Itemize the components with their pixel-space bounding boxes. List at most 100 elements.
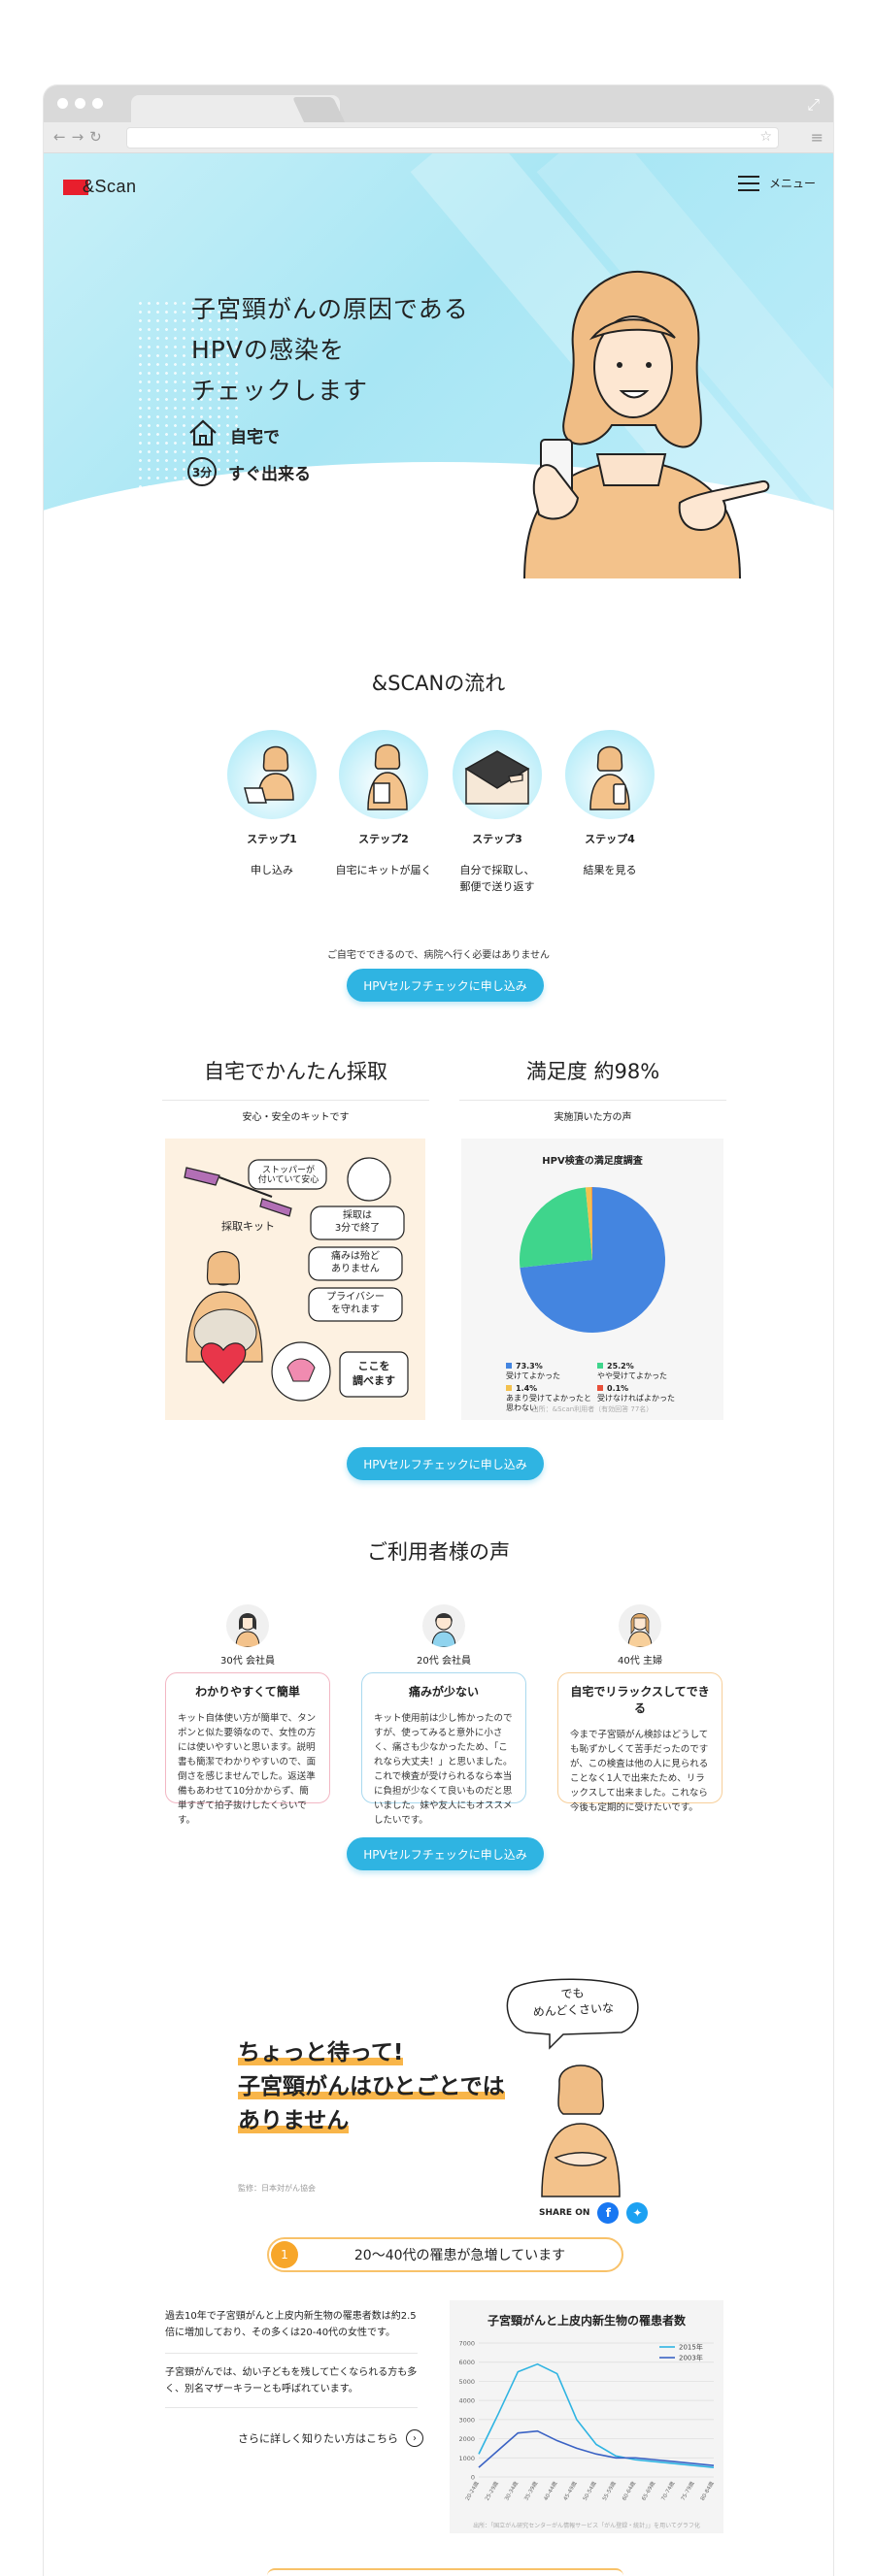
apply-button[interactable]: HPVセルフチェックに申し込み	[347, 1447, 544, 1480]
twitter-icon[interactable]: ✦	[626, 2202, 649, 2224]
kit-bubble: 痛みは殆ど ありません	[331, 1251, 380, 1274]
series-line	[478, 2429, 715, 2468]
wait-bubble-text: でも めんどくさいな	[532, 1986, 615, 2020]
step-desc: 自宅にキットが届く	[335, 864, 432, 876]
facebook-icon[interactable]: f	[597, 2202, 620, 2224]
satisfaction-title: 満足度 約98%	[525, 1060, 660, 1083]
address-bar[interactable]: ☆	[126, 127, 779, 149]
three-minutes-icon: 3分	[187, 457, 217, 486]
voice-title: 痛みが少ない	[408, 1685, 479, 1699]
chart-title: HPV検査の満足度調査	[542, 1156, 643, 1167]
legend-label: 2015年	[679, 2343, 703, 2352]
wait-title-line: ありません	[238, 2108, 350, 2133]
logo-text: &Scan	[83, 177, 137, 196]
more-info-link[interactable]: さらに詳しく知りたい方はこちら ›	[238, 2429, 423, 2447]
voice-text: キット自体使い方が簡単で、タンポンと似た要領なので、女性の方には使いやすいと思い…	[178, 1713, 317, 1826]
divider	[165, 2353, 418, 2354]
incidence-chart: 子宮頸がんと上皮内新生物の罹患者数 0 1000 2000 3000 4000 5000 6…	[450, 2300, 723, 2533]
step-label: ステップ2	[358, 833, 409, 845]
forward-icon[interactable]: →	[72, 128, 84, 146]
x-tick-label: 20-24歳	[463, 2480, 481, 2502]
kit-illustration: ストッパーが 付いていて安心 採取キット 採取は 3分で終了 痛みは殆ど ありま…	[165, 1139, 425, 1420]
legend-swatch	[506, 1385, 512, 1391]
legend-swatch	[597, 1363, 603, 1369]
legend-label: 2003年	[679, 2354, 703, 2362]
x-tick-label: 30-34歳	[502, 2480, 520, 2502]
back-icon[interactable]: ←	[53, 128, 66, 146]
hero-title: 子宮頸がんの原因である HPVの感染を チェックします	[191, 289, 469, 412]
info-paragraph: 子宮頸がんでは、幼い子どもを残して亡くなられる方も多く、別名マザーキラーとも呼ば…	[165, 2367, 418, 2394]
voice-card: わかりやすくて簡単 キット自体使い方が簡単で、タンポンと似た要領なので、女性の方…	[165, 1672, 330, 1826]
kit-label: 採取キット	[221, 1220, 275, 1233]
x-tick-label: 35-39歳	[522, 2480, 540, 2502]
legend-value: 25.2%	[607, 1362, 634, 1371]
legend-label: 受けなければよかった	[597, 1394, 675, 1403]
window-dot[interactable]	[57, 98, 68, 109]
share-bar: SHARE ON f ✦	[539, 2202, 649, 2224]
y-tick-label: 5000	[458, 2378, 475, 2386]
y-tick-label: 0	[471, 2474, 475, 2482]
x-tick-label: 40-44歳	[542, 2480, 559, 2502]
star-icon[interactable]: ☆	[759, 129, 772, 145]
window-dot[interactable]	[75, 98, 85, 109]
y-tick-label: 7000	[458, 2340, 475, 2348]
menu-button[interactable]: メニュー	[737, 175, 816, 191]
arrow-right-icon: ›	[406, 2429, 423, 2447]
window-dot[interactable]	[92, 98, 103, 109]
step-1-illustration	[227, 730, 317, 819]
wait-title-line: 子宮頸がんはひとごとでは	[238, 2074, 505, 2099]
step-label: ステップ3	[472, 833, 522, 845]
hero: &Scan メニュー 子宮頸がんの原因である HPVの感染を チェックします 自…	[44, 153, 833, 578]
reload-icon[interactable]: ↻	[89, 128, 102, 146]
legend-item: 73.3% 受けてよかった	[506, 1362, 598, 1381]
divider	[459, 1100, 726, 1101]
window-controls	[57, 98, 103, 109]
kit-bubble: プライバシー を守れます	[326, 1292, 385, 1315]
kit-title: 自宅でかんたん採取	[204, 1060, 387, 1083]
home-icon	[187, 418, 218, 452]
kit-bubble: ストッパーが 付いていて安心	[257, 1166, 319, 1185]
x-tick-label: 80-84歳	[698, 2480, 716, 2502]
browser-menu-icon[interactable]: ≡	[811, 128, 824, 147]
info-pill: 1 20〜40代の罹患が急増しています	[267, 2237, 623, 2272]
flow-note: ご自宅でできるので、病院へ行く必要はありません	[326, 950, 551, 961]
avatar	[226, 1604, 269, 1647]
voice-title: 自宅でリラックスしてできる	[570, 1685, 710, 1715]
browser-tabbar: ⤢	[44, 85, 833, 122]
apply-button[interactable]: HPVセルフチェックに申し込み	[347, 969, 544, 1002]
legend-label: やや受けてよかった	[597, 1371, 667, 1380]
share-label: SHARE ON	[539, 2208, 590, 2218]
feature-label: すぐ出来る	[228, 464, 311, 484]
y-tick-label: 4000	[458, 2397, 475, 2405]
x-tick-label: 70-74歳	[659, 2480, 677, 2502]
y-tick-label: 6000	[458, 2359, 475, 2366]
x-tick-label: 45-49歳	[561, 2480, 579, 2502]
x-tick-label: 60-64歳	[620, 2480, 637, 2502]
supervise-note: 監修：日本対がん協会	[238, 2184, 316, 2193]
y-tick-label: 2000	[458, 2435, 475, 2443]
legend-value: 1.4%	[516, 1384, 538, 1393]
feature-quick: 3分 すぐ出来る	[187, 457, 311, 486]
wait-title-line: ちょっと待って!	[238, 2040, 404, 2065]
hero-title-line: HPVの感染を	[191, 336, 345, 364]
step-3: ステップ3 自分で採取し、 郵便で送り返す	[444, 730, 551, 895]
apply-button[interactable]: HPVセルフチェックに申し込み	[347, 1837, 544, 1870]
chart-source: 出所：「国立がん研究センターがん情報サービス「がん登録・統計」」を用いてグラフ化	[473, 2523, 700, 2529]
menu-label: メニュー	[768, 177, 816, 190]
avatar	[422, 1604, 465, 1647]
wait-title: ちょっと待って! 子宮頸がんはひとごとでは ありません	[238, 2036, 505, 2138]
legend-swatch	[506, 1363, 512, 1369]
satisfaction-subtitle: 実施頂いた方の声	[554, 1112, 632, 1123]
kit-bubble: ここを 調べます	[353, 1360, 395, 1387]
legend-value: 73.3%	[516, 1362, 543, 1371]
pill-number: 1	[271, 2241, 298, 2268]
voices-title: ご利用者様の声	[367, 1540, 510, 1564]
expand-icon[interactable]: ⤢	[807, 95, 820, 115]
logo[interactable]: &Scan	[63, 177, 137, 197]
pill-text: 20〜40代の罹患が急増しています	[353, 2248, 566, 2263]
y-tick-label: 1000	[458, 2455, 475, 2462]
flow-title: &SCANの流れ	[371, 672, 506, 695]
step-label: ステップ4	[585, 833, 635, 845]
voice-person: 40代 主婦	[618, 1656, 662, 1667]
legend-swatch	[597, 1385, 603, 1391]
